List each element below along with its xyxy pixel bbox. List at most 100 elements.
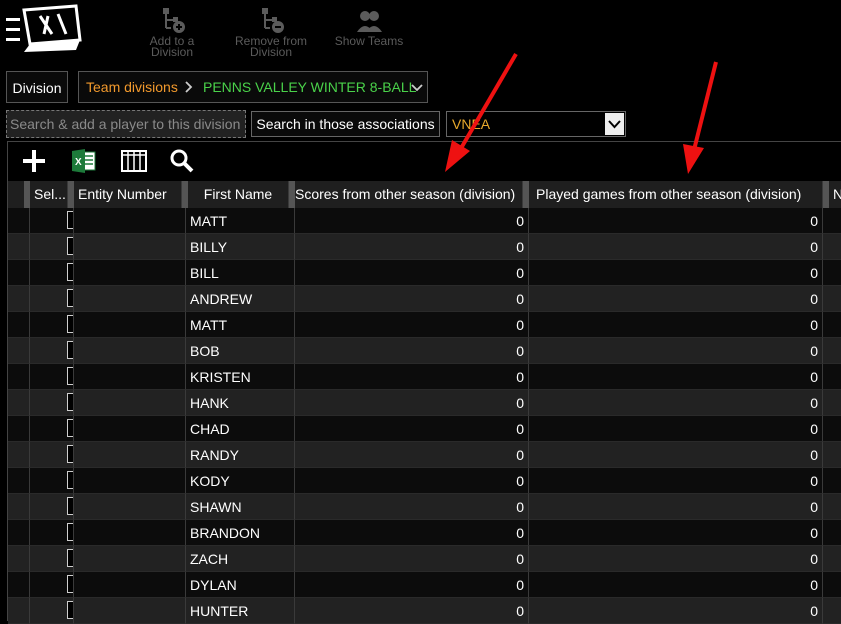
played-games-cell[interactable]: 0 — [529, 416, 823, 442]
table-row[interactable]: CHAD 0 0 — [8, 416, 841, 442]
table-row[interactable]: KODY 0 0 — [8, 468, 841, 494]
scores-cell[interactable]: 0 — [295, 494, 529, 520]
played-games-cell[interactable]: 0 — [529, 312, 823, 338]
row-checkbox[interactable] — [67, 263, 73, 281]
row-checkbox[interactable] — [67, 497, 73, 515]
breadcrumb[interactable]: Team divisions PENNS VALLEY WINTER 8-BAL… — [78, 71, 428, 103]
select-cell[interactable] — [30, 468, 74, 494]
entity-number-cell[interactable] — [74, 598, 186, 624]
table-row[interactable]: BILLY 0 0 — [8, 234, 841, 260]
played-games-cell[interactable]: 0 — [529, 546, 823, 572]
scores-cell[interactable]: 0 — [295, 364, 529, 390]
next-column-cell[interactable] — [823, 442, 841, 468]
scores-cell[interactable]: 0 — [295, 338, 529, 364]
played-games-cell[interactable]: 0 — [529, 390, 823, 416]
first-name-cell[interactable]: KRISTEN — [186, 364, 295, 390]
played-games-cell[interactable]: 0 — [529, 468, 823, 494]
first-name-cell[interactable]: MATT — [186, 312, 295, 338]
scores-cell[interactable]: 0 — [295, 468, 529, 494]
select-cell[interactable] — [30, 338, 74, 364]
entity-number-cell[interactable] — [74, 260, 186, 286]
row-checkbox[interactable] — [67, 549, 73, 567]
table-row[interactable]: ZACH 0 0 — [8, 546, 841, 572]
row-checkbox[interactable] — [67, 315, 73, 333]
next-column-cell[interactable] — [823, 364, 841, 390]
scores-cell[interactable]: 0 — [295, 442, 529, 468]
select-cell[interactable] — [30, 416, 74, 442]
remove-from-division-button[interactable]: Remove from Division — [233, 6, 309, 58]
entity-number-cell[interactable] — [74, 390, 186, 416]
select-cell[interactable] — [30, 442, 74, 468]
select-cell[interactable] — [30, 572, 74, 598]
entity-number-cell[interactable] — [74, 494, 186, 520]
select-cell[interactable] — [30, 546, 74, 572]
row-checkbox[interactable] — [67, 289, 73, 307]
entity-number-cell[interactable] — [74, 338, 186, 364]
next-column-cell[interactable] — [823, 312, 841, 338]
scores-cell[interactable]: 0 — [295, 390, 529, 416]
table-row[interactable]: KRISTEN 0 0 — [8, 364, 841, 390]
row-header[interactable] — [8, 234, 30, 260]
add-to-division-button[interactable]: Add to a Division — [143, 6, 201, 58]
next-column-cell[interactable] — [823, 390, 841, 416]
row-header[interactable] — [8, 416, 30, 442]
scores-cell[interactable]: 0 — [295, 546, 529, 572]
next-column-cell[interactable] — [823, 416, 841, 442]
played-games-cell[interactable]: 0 — [529, 572, 823, 598]
row-header[interactable] — [8, 468, 30, 494]
row-checkbox[interactable] — [67, 575, 73, 593]
played-games-cell[interactable]: 0 — [529, 260, 823, 286]
first-name-cell[interactable]: ZACH — [186, 546, 295, 572]
row-checkbox[interactable] — [67, 341, 73, 359]
table-row[interactable]: HANK 0 0 — [8, 390, 841, 416]
row-header[interactable] — [8, 572, 30, 598]
first-name-cell[interactable]: HUNTER — [186, 598, 295, 624]
column-header-played-games[interactable]: Played games from other season (division… — [529, 181, 823, 208]
select-cell[interactable] — [30, 494, 74, 520]
first-name-cell[interactable]: SHAWN — [186, 494, 295, 520]
scores-cell[interactable]: 0 — [295, 416, 529, 442]
first-name-cell[interactable]: BRANDON — [186, 520, 295, 546]
select-cell[interactable] — [30, 208, 74, 234]
add-icon[interactable] — [20, 147, 48, 175]
entity-number-cell[interactable] — [74, 234, 186, 260]
first-name-cell[interactable]: BILLY — [186, 234, 295, 260]
column-header-first-name[interactable]: First Name — [188, 181, 289, 208]
search-associations-button[interactable]: Search in those associations — [251, 111, 440, 137]
table-row[interactable]: HUNTER 0 0 — [8, 598, 841, 624]
table-row[interactable]: DYLAN 0 0 — [8, 572, 841, 598]
chevron-down-icon[interactable] — [409, 72, 425, 112]
row-header[interactable] — [8, 260, 30, 286]
row-header[interactable] — [8, 364, 30, 390]
chevron-down-icon[interactable] — [605, 113, 624, 135]
played-games-cell[interactable]: 0 — [529, 286, 823, 312]
row-checkbox[interactable] — [67, 237, 73, 255]
column-header-next[interactable]: N — [829, 181, 841, 208]
played-games-cell[interactable]: 0 — [529, 598, 823, 624]
select-cell[interactable] — [30, 520, 74, 546]
first-name-cell[interactable]: HANK — [186, 390, 295, 416]
next-column-cell[interactable] — [823, 520, 841, 546]
next-column-cell[interactable] — [823, 572, 841, 598]
select-cell[interactable] — [30, 286, 74, 312]
next-column-cell[interactable] — [823, 598, 841, 624]
row-header[interactable] — [8, 442, 30, 468]
row-header[interactable] — [8, 312, 30, 338]
row-header[interactable] — [8, 208, 30, 234]
first-name-cell[interactable]: CHAD — [186, 416, 295, 442]
first-name-cell[interactable]: RANDY — [186, 442, 295, 468]
next-column-cell[interactable] — [823, 234, 841, 260]
breadcrumb-team-divisions[interactable]: Team divisions — [86, 72, 178, 102]
column-header-select[interactable]: Sel... — [30, 181, 68, 208]
row-checkbox[interactable] — [67, 419, 73, 437]
entity-number-cell[interactable] — [74, 572, 186, 598]
played-games-cell[interactable]: 0 — [529, 442, 823, 468]
select-cell[interactable] — [30, 234, 74, 260]
played-games-cell[interactable]: 0 — [529, 494, 823, 520]
entity-number-cell[interactable] — [74, 416, 186, 442]
row-checkbox[interactable] — [67, 211, 73, 229]
table-row[interactable]: RANDY 0 0 — [8, 442, 841, 468]
entity-number-cell[interactable] — [74, 546, 186, 572]
entity-number-cell[interactable] — [74, 208, 186, 234]
played-games-cell[interactable]: 0 — [529, 338, 823, 364]
